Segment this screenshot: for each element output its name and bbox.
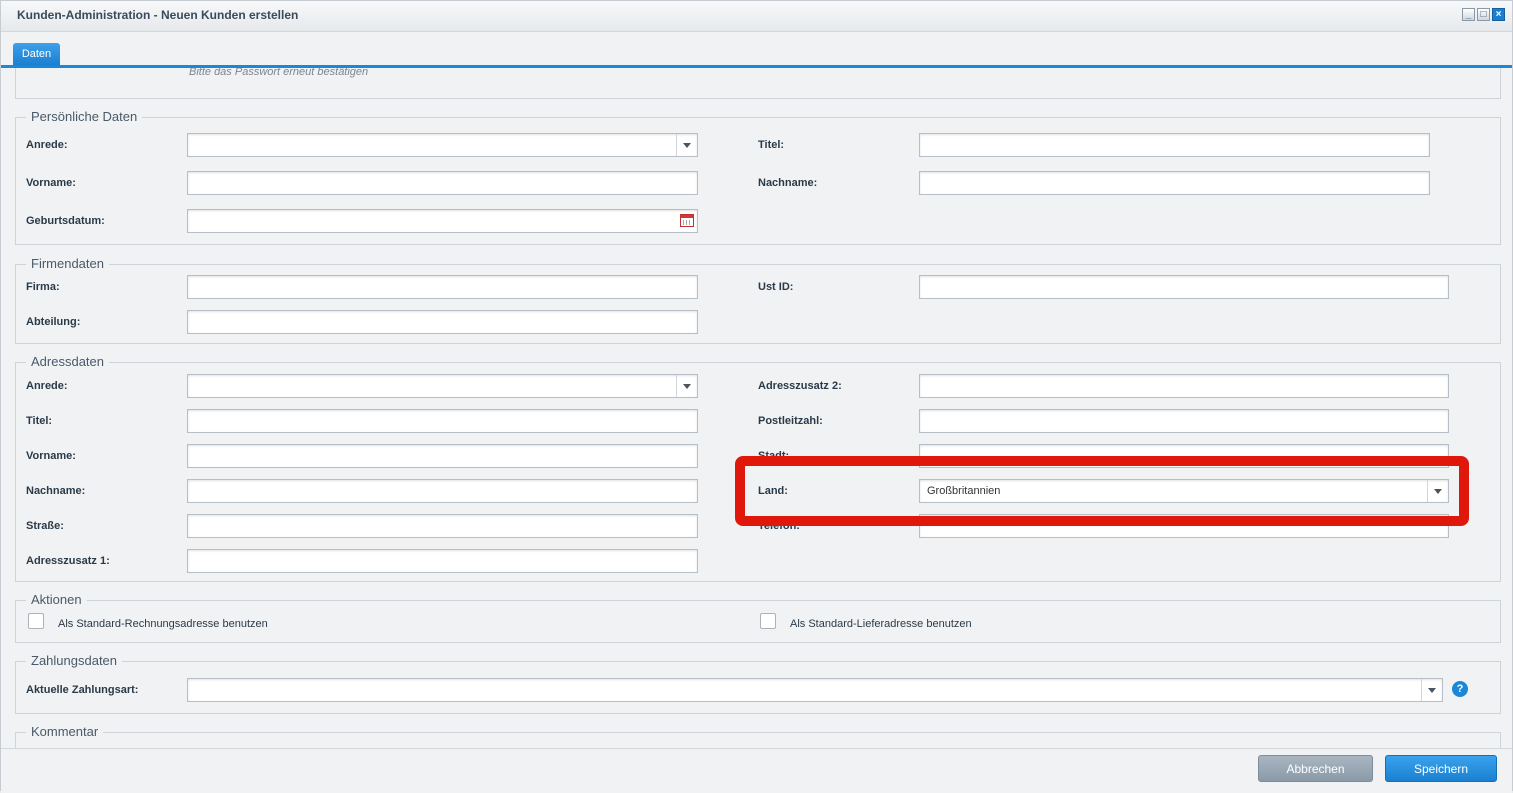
label-address-nachname: Nachname: [26,485,86,497]
zahlungsart-select[interactable] [187,678,1443,702]
nachname-input[interactable] [919,171,1430,195]
label-ustid: Ust ID: [758,281,794,293]
geburtsdatum-input[interactable] [187,209,698,233]
land-select[interactable]: Großbritannien [919,479,1449,503]
adresszusatz-1-input[interactable] [187,549,698,573]
close-icon[interactable]: × [1492,8,1505,21]
label-address-titel: Titel: [26,415,53,427]
calendar-icon[interactable] [680,214,694,227]
label-postleitzahl: Postleitzahl: [758,415,823,427]
section-legend: Firmendaten [26,256,109,271]
label-adresszusatz-1: Adresszusatz 1: [26,555,110,567]
billing-default-checkbox[interactable] [28,613,44,629]
chevron-down-icon[interactable] [676,134,697,156]
chevron-down-icon[interactable] [676,375,697,397]
telefon-input[interactable] [919,514,1449,538]
section-legend: Kommentar [26,724,104,739]
label-telefon: Telefon: [758,520,800,532]
actions-section: Aktionen Als Standard-Rechnungsadresse b… [15,592,1501,643]
label-firma: Firma: [26,281,60,293]
adresszusatz-2-input[interactable] [919,374,1449,398]
label-address-anrede: Anrede: [26,380,68,392]
address-data-section: Adressdaten Anrede: Titel: Vorname: Nach… [15,354,1501,582]
window-title: Kunden-Administration - Neuen Kunden ers… [17,8,299,22]
section-legend: Adressdaten [26,354,109,369]
label-address-vorname: Vorname: [26,450,76,462]
section-legend: Aktionen [26,592,87,607]
tab-bar: Daten [1,32,1512,68]
stadt-input[interactable] [919,444,1449,468]
footer-bar: Abbrechen Speichern [1,748,1512,793]
password-hint: Bitte das Passwort erneut bestätigen [189,68,369,78]
form-content[interactable]: Bitte das Passwort erneut bestätigen Per… [4,68,1509,748]
label-anrede: Anrede: [26,139,68,151]
minimize-icon[interactable]: _ [1462,8,1475,21]
address-anrede-select[interactable] [187,374,698,398]
personal-data-section: Persönliche Daten Anrede: Titel: Vorname… [15,109,1501,245]
postleitzahl-input[interactable] [919,409,1449,433]
label-vorname: Vorname: [26,177,76,189]
address-vorname-input[interactable] [187,444,698,468]
window-controls: _ □ × [1462,8,1505,21]
billing-default-label: Als Standard-Rechnungsadresse benutzen [58,618,268,630]
shipping-default-label: Als Standard-Lieferadresse benutzen [790,618,972,630]
save-button[interactable]: Speichern [1385,755,1497,782]
comment-section: Kommentar [15,724,1501,748]
help-icon[interactable]: ? [1452,681,1468,697]
label-geburtsdatum: Geburtsdatum: [26,215,105,227]
section-legend: Persönliche Daten [26,109,143,124]
anrede-select[interactable] [187,133,698,157]
ustid-input[interactable] [919,275,1449,299]
window-titlebar[interactable]: Kunden-Administration - Neuen Kunden ers… [1,1,1512,32]
payment-section: Zahlungsdaten Aktuelle Zahlungsart: ? [15,653,1501,714]
shipping-default-checkbox[interactable] [760,613,776,629]
tab-daten[interactable]: Daten [13,43,60,65]
abteilung-input[interactable] [187,310,698,334]
password-section: Bitte das Passwort erneut bestätigen [15,68,1501,99]
label-strasse: Straße: [26,520,64,532]
company-data-section: Firmendaten Firma: Ust ID: Abteilung: [15,256,1501,344]
vorname-input[interactable] [187,171,698,195]
chevron-down-icon[interactable] [1421,679,1442,701]
cancel-button[interactable]: Abbrechen [1258,755,1373,782]
maximize-icon[interactable]: □ [1477,8,1490,21]
label-titel: Titel: [758,139,785,151]
land-selected-value: Großbritannien [927,485,1001,497]
label-stadt: Stadt: [758,450,790,462]
label-nachname: Nachname: [758,177,818,189]
label-land: Land: [758,485,788,497]
label-abteilung: Abteilung: [26,316,81,328]
section-legend: Zahlungsdaten [26,653,123,668]
chevron-down-icon[interactable] [1427,480,1448,502]
strasse-input[interactable] [187,514,698,538]
label-adresszusatz-2: Adresszusatz 2: [758,380,842,392]
titel-input[interactable] [919,133,1430,157]
address-titel-input[interactable] [187,409,698,433]
label-zahlungsart: Aktuelle Zahlungsart: [26,684,139,696]
address-nachname-input[interactable] [187,479,698,503]
firma-input[interactable] [187,275,698,299]
customer-admin-window: Kunden-Administration - Neuen Kunden ers… [0,0,1513,793]
